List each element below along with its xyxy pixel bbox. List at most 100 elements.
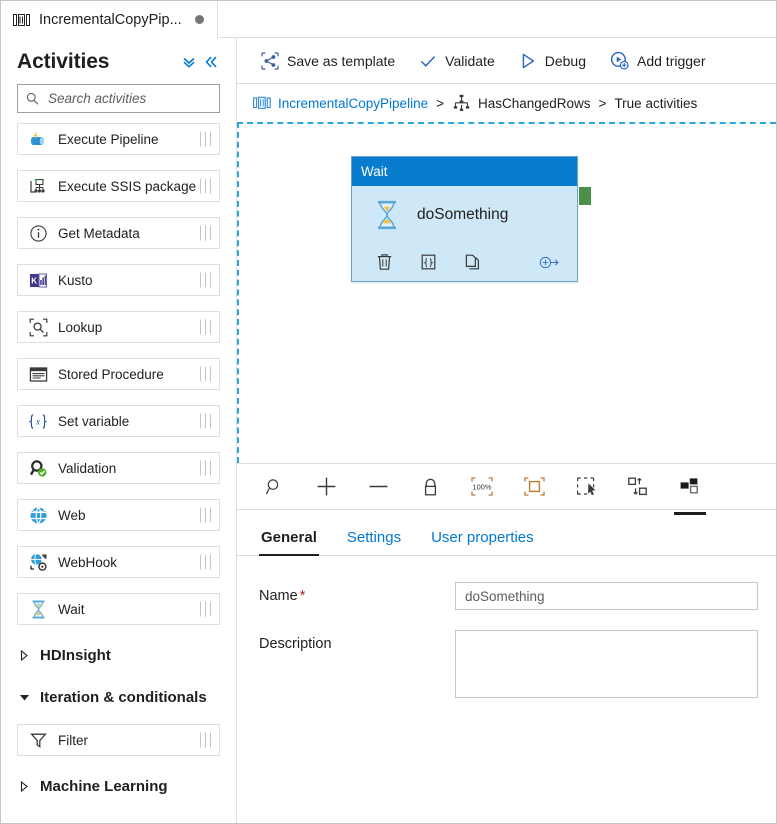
category-hdinsight[interactable]: HDInsight xyxy=(17,640,220,670)
set-variable-icon: x xyxy=(28,411,48,431)
drag-handle[interactable] xyxy=(200,178,211,194)
category-machine-learning[interactable]: Machine Learning xyxy=(17,771,220,801)
activities-sidebar: Activities Search activities Execute Pip… xyxy=(1,38,237,823)
drag-handle[interactable] xyxy=(200,319,211,335)
drag-handle[interactable] xyxy=(200,601,211,617)
lock-icon[interactable] xyxy=(417,472,443,502)
drag-handle[interactable] xyxy=(200,413,211,429)
search-input[interactable] xyxy=(46,90,211,107)
code-braces-icon[interactable] xyxy=(418,252,438,272)
breadcrumb: IncrementalCopyPipeline > HasChangedRows… xyxy=(237,84,776,122)
category-iteration-conditionals[interactable]: Iteration & conditionals xyxy=(17,682,220,712)
filter-icon xyxy=(28,730,48,750)
canvas-container: Wait doSomething xyxy=(237,122,776,463)
add-trigger-label: Add trigger xyxy=(637,52,706,69)
activity-label: Execute Pipeline xyxy=(58,131,159,147)
canvas-toolbar: 100% xyxy=(237,463,776,515)
document-tab-incremental-copy-pipeline[interactable]: IncrementalCopyPip... xyxy=(1,1,218,38)
properties-tabs: General Settings User properties xyxy=(237,510,776,556)
activity-filter[interactable]: Filter xyxy=(17,724,220,756)
zoom-100-percent-icon[interactable]: 100% xyxy=(469,472,495,502)
tab-general[interactable]: General xyxy=(259,529,319,556)
debug-button[interactable]: Debug xyxy=(509,45,596,77)
search-icon xyxy=(26,92,39,105)
drag-handle[interactable] xyxy=(200,460,211,476)
svg-text:100%: 100% xyxy=(473,483,492,492)
drag-handle[interactable] xyxy=(200,225,211,241)
document-tab-title: IncrementalCopyPip... xyxy=(39,11,182,28)
activity-execute-ssis-package[interactable]: Execute SSIS package xyxy=(17,170,220,202)
marquee-select-icon[interactable] xyxy=(573,472,599,502)
activity-set-variable[interactable]: x Set variable xyxy=(17,405,220,437)
trigger-add-icon xyxy=(610,51,629,70)
activity-label: WebHook xyxy=(58,554,118,570)
breadcrumb-separator: > xyxy=(436,95,444,111)
document-tab-strip: IncrementalCopyPip... xyxy=(1,1,776,38)
fit-to-screen-icon[interactable] xyxy=(521,472,547,502)
name-label-text: Name xyxy=(259,588,298,604)
category-label: HDInsight xyxy=(40,646,111,664)
magnifier-icon[interactable] xyxy=(261,472,287,502)
pipeline-canvas[interactable]: Wait doSomething xyxy=(237,122,776,463)
activity-stored-procedure[interactable]: Stored Procedure xyxy=(17,358,220,390)
search-activities-box[interactable] xyxy=(17,84,220,113)
add-arrow-icon[interactable] xyxy=(539,252,559,272)
hourglass-icon xyxy=(374,200,400,230)
breadcrumb-pipeline-link[interactable]: IncrementalCopyPipeline xyxy=(278,96,428,111)
debug-label: Debug xyxy=(544,52,586,69)
properties-panel-icon[interactable] xyxy=(674,472,706,515)
activity-validation[interactable]: Validation xyxy=(17,452,220,484)
activity-label: Execute SSIS package xyxy=(58,178,197,194)
description-input[interactable] xyxy=(455,630,758,698)
activity-node-doSomething[interactable]: Wait doSomething xyxy=(351,156,578,282)
auto-align-icon[interactable] xyxy=(625,472,651,502)
double-chevron-down-icon[interactable] xyxy=(178,51,200,73)
drag-handle[interactable] xyxy=(200,366,211,382)
pipeline-icon xyxy=(13,13,30,27)
activity-label: Filter xyxy=(58,732,88,748)
general-form: Name* Description xyxy=(237,556,776,718)
activity-web[interactable]: Web xyxy=(17,499,220,531)
copy-icon[interactable] xyxy=(462,252,482,272)
drag-handle[interactable] xyxy=(200,507,211,523)
plus-icon[interactable] xyxy=(313,472,339,502)
activities-header: Activities xyxy=(1,38,236,82)
execute-pipeline-icon xyxy=(28,129,48,149)
save-as-template-button[interactable]: Save as template xyxy=(251,45,405,77)
drag-handle[interactable] xyxy=(200,732,211,748)
tab-user-properties[interactable]: User properties xyxy=(429,529,536,555)
unsaved-changes-indicator xyxy=(194,15,204,24)
activity-label: Lookup xyxy=(58,319,103,335)
drag-handle[interactable] xyxy=(200,554,211,570)
node-action-bar xyxy=(352,243,577,281)
validate-button[interactable]: Validate xyxy=(409,45,505,77)
trash-icon[interactable] xyxy=(374,252,394,272)
breadcrumb-current: True activities xyxy=(614,95,698,111)
success-output-port[interactable] xyxy=(578,186,592,206)
breadcrumb-separator: > xyxy=(598,95,607,111)
activity-execute-pipeline[interactable]: Execute Pipeline xyxy=(17,123,220,155)
stored-procedure-icon xyxy=(28,364,48,384)
activity-webhook[interactable]: WebHook xyxy=(17,546,220,578)
name-input[interactable] xyxy=(455,582,758,610)
activity-kusto[interactable]: K Kusto xyxy=(17,264,220,296)
breadcrumb-condition[interactable]: HasChangedRows xyxy=(478,96,591,111)
drag-handle[interactable] xyxy=(200,272,211,288)
drag-handle[interactable] xyxy=(200,131,211,147)
pipeline-editor-pane: Save as template Validate Debug Add trig… xyxy=(237,38,776,823)
name-label: Name * xyxy=(259,582,455,604)
activity-get-metadata[interactable]: Get Metadata xyxy=(17,217,220,249)
add-trigger-button[interactable]: Add trigger xyxy=(600,45,715,77)
activity-wait[interactable]: Wait xyxy=(17,593,220,625)
minus-icon[interactable] xyxy=(365,472,391,502)
validation-icon xyxy=(28,458,48,478)
double-chevron-left-icon[interactable] xyxy=(200,51,222,73)
wait-icon xyxy=(28,599,48,619)
tab-settings[interactable]: Settings xyxy=(345,529,403,555)
description-label: Description xyxy=(259,636,332,652)
play-triangle-icon xyxy=(519,52,537,70)
execute-ssis-package-icon xyxy=(28,176,48,196)
get-metadata-icon xyxy=(28,223,48,243)
category-label: Machine Learning xyxy=(40,777,168,795)
activity-lookup[interactable]: Lookup xyxy=(17,311,220,343)
